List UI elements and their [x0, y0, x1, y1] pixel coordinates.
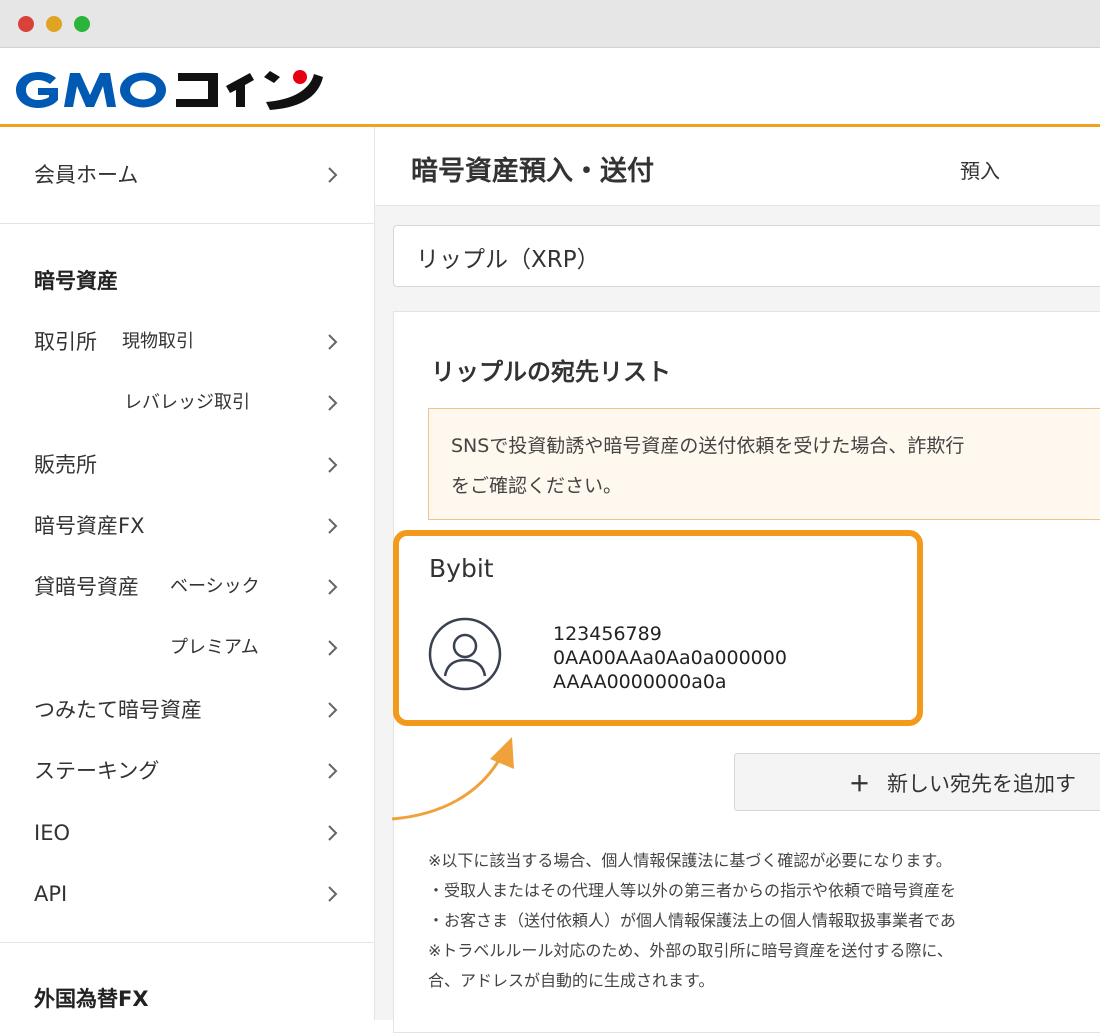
destination-item-bybit[interactable]: Bybit 123456789 0AA00AAa0Aa0a000000 AAAA… [393, 530, 923, 726]
chevron-right-icon [328, 579, 338, 595]
sidebar-item-label: 暗号資産FX [34, 514, 145, 538]
plus-icon: ＋ [849, 772, 870, 796]
sidebar-subitem-premium: プレミアム [170, 637, 259, 658]
sidebar-item-ieo[interactable]: IEO [0, 813, 374, 853]
sidebar-item-sales[interactable]: 販売所 [0, 445, 374, 485]
chevron-right-icon [328, 457, 338, 473]
sidebar-item-label: 貸暗号資産 [34, 575, 139, 599]
window-titlebar [0, 0, 1100, 48]
add-destination-button[interactable]: ＋ 新しい宛先を追加す [734, 753, 1100, 811]
sidebar-item-crypto-fx[interactable]: 暗号資産FX [0, 506, 374, 546]
user-avatar-icon [428, 617, 502, 691]
chevron-right-icon [328, 395, 338, 411]
destination-details: 123456789 0AA00AAa0Aa0a000000 AAAA000000… [553, 622, 787, 694]
destination-name: Bybit [429, 554, 494, 583]
sidebar-item-label: API [34, 882, 68, 906]
sidebar-item-leverage[interactable]: レバレッジ取引 [0, 383, 374, 423]
page-title: 暗号資産預入・送付 [411, 156, 654, 187]
chevron-right-icon [328, 886, 338, 902]
note-line: ・受取人またはその代理人等以外の第三者からの指示や依頼で暗号資産を [428, 881, 957, 900]
destination-address: 0AA00AAa0Aa0a000000 [553, 647, 787, 669]
sidebar-item-label: IEO [34, 821, 70, 845]
sidebar-subitem-leverage: レバレッジ取引 [124, 392, 250, 413]
chevron-right-icon [328, 518, 338, 534]
sidebar-item-label: つみたて暗号資産 [34, 698, 202, 722]
chevron-right-icon [328, 334, 338, 350]
sidebar-item-label: 取引所 [34, 330, 97, 354]
note-line: ※以下に該当する場合、個人情報保護法に基づく確認が必要になります。 [428, 851, 952, 870]
currency-select[interactable]: リップル（XRP） [393, 225, 1100, 287]
note-line: ・お客さま（送付依頼人）が個人情報保護法上の個人情報取扱事業者であ [428, 911, 956, 930]
chevron-right-icon [328, 167, 338, 183]
sidebar-item-staking[interactable]: ステーキング [0, 751, 374, 791]
sidebar-subitem-spot: 現物取引 [122, 331, 194, 352]
site-header [0, 48, 1100, 127]
chevron-right-icon [328, 702, 338, 718]
sidebar-item-label: 会員ホーム [34, 163, 139, 187]
maximize-window-button[interactable] [74, 16, 90, 32]
sidebar-divider [0, 942, 374, 943]
sidebar-item-api[interactable]: API [0, 874, 374, 914]
destination-address: AAAA0000000a0a [553, 671, 727, 693]
add-destination-label: 新しい宛先を追加す [887, 772, 1076, 796]
sidebar-section-crypto: 暗号資産 [34, 269, 118, 293]
note-line: 合、アドレスが自動的に生成されます。 [428, 971, 715, 990]
sidebar-item-label: 販売所 [34, 453, 97, 477]
destination-tag: 123456789 [553, 623, 662, 645]
fraud-warning-notice: SNSで投資勧誘や暗号資産の送付依頼を受けた場合、詐欺行 をご確認ください。 [428, 408, 1100, 520]
chevron-right-icon [328, 640, 338, 656]
sidebar-nav: 会員ホーム 暗号資産 取引所 現物取引 レバレッジ取引 販売所 暗号資産FX 貸… [0, 127, 375, 1020]
sidebar-item-exchange-spot[interactable]: 取引所 現物取引 [0, 322, 374, 362]
callout-arrow-icon [391, 737, 514, 821]
sidebar-subitem-basic: ベーシック [170, 576, 260, 597]
gmo-coin-logo[interactable] [14, 64, 364, 118]
currency-select-value: リップル（XRP） [416, 247, 600, 273]
notice-line: SNSで投資勧誘や暗号資産の送付依頼を受けた場合、詐欺行 [451, 435, 965, 457]
sidebar-item-label: ステーキング [34, 759, 160, 783]
note-line: ※トラベルルール対応のため、外部の取引所に暗号資産を送付する際に、 [428, 941, 953, 960]
sidebar-item-lending-basic[interactable]: 貸暗号資産 ベーシック [0, 567, 374, 607]
minimize-window-button[interactable] [46, 16, 62, 32]
chevron-right-icon [328, 763, 338, 779]
notice-line: をご確認ください。 [451, 475, 623, 497]
destination-list-title: リップルの宛先リスト [431, 358, 671, 386]
close-window-button[interactable] [18, 16, 34, 32]
sidebar-divider [0, 223, 374, 224]
chevron-right-icon [328, 825, 338, 841]
sidebar-item-tsumitate[interactable]: つみたて暗号資産 [0, 690, 374, 730]
sidebar-item-member-home[interactable]: 会員ホーム [0, 155, 374, 195]
sidebar-item-premium[interactable]: プレミアム [0, 628, 374, 668]
page-header: 暗号資産預入・送付 預入 [375, 127, 1100, 206]
sidebar-section-fx: 外国為替FX [34, 987, 149, 1011]
tab-deposit[interactable]: 預入 [960, 155, 1000, 184]
